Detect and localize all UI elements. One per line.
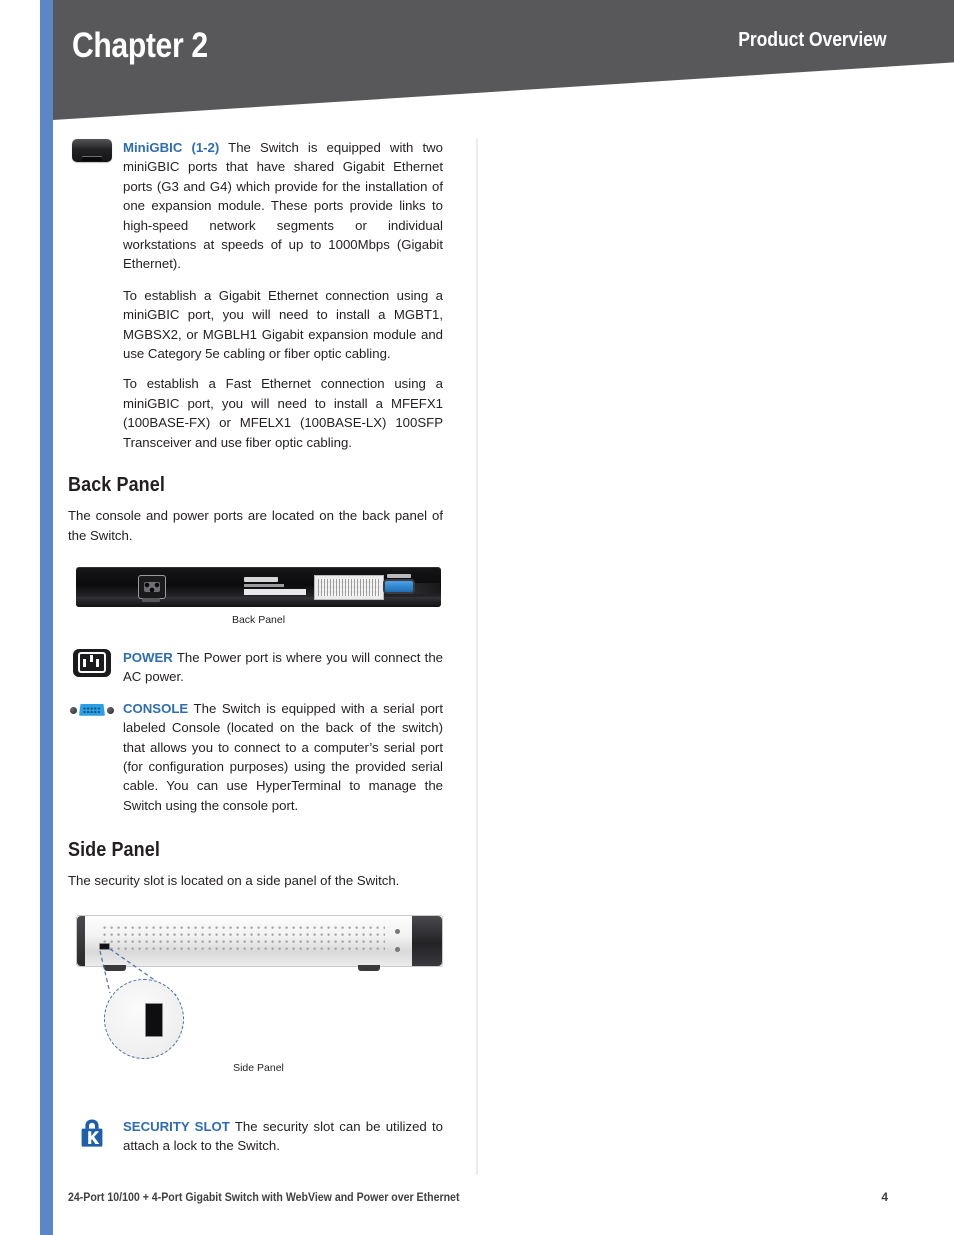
kensington-lock-icon — [79, 1118, 105, 1148]
device-vent-holes — [103, 925, 385, 952]
kensington-lock-glyph — [81, 1119, 103, 1147]
power-icon-slot — [68, 648, 116, 677]
security-slot-block: SECURITY SLOT The security slot can be u… — [68, 1117, 443, 1156]
console-paragraph: CONSOLE The Switch is equipped with a se… — [123, 699, 443, 815]
security-icon-slot — [68, 1118, 116, 1148]
device-power-inlet — [138, 574, 166, 599]
power-lead-label: POWER — [123, 649, 173, 665]
column-divider — [476, 138, 478, 1175]
device-console-port — [385, 580, 413, 592]
minigbic-paragraph-2: To establish a Gigabit Ethernet connecti… — [123, 287, 443, 362]
power-port-icon — [73, 648, 111, 677]
main-content-column: MiniGBIC (1-2) The Switch is equipped wi… — [68, 138, 443, 1167]
side-panel-heading: Side Panel — [68, 839, 160, 862]
chapter-title: Chapter 2 — [72, 26, 208, 65]
device-screw-bottom — [395, 946, 400, 952]
left-edge-stripe — [40, 0, 53, 1235]
device-brand-label — [244, 576, 278, 582]
power-pin-left — [83, 659, 86, 668]
console-lead-label: CONSOLE — [123, 700, 189, 716]
back-panel-figure: Back Panel — [76, 566, 441, 626]
device-console-label — [387, 573, 411, 578]
security-slot-paragraph: SECURITY SLOT The security slot can be u… — [123, 1117, 443, 1156]
console-body-text: The Switch is equipped with a serial por… — [123, 700, 443, 813]
security-slot-magnifier — [104, 978, 184, 1059]
side-panel-intro: The security slot is located on a side p… — [68, 873, 400, 889]
device-right-endcap — [412, 915, 442, 966]
minigbic-block: MiniGBIC (1-2) The Switch is equipped wi… — [68, 138, 443, 274]
device-foot-right — [358, 964, 380, 971]
footer-document-title: 24-Port 10/100 + 4-Port Gigabit Switch w… — [68, 1192, 460, 1204]
console-screw-right — [107, 706, 114, 714]
section-title: Product Overview — [737, 29, 886, 51]
power-pin-center — [89, 655, 93, 663]
power-block: POWER The Power port is where you will c… — [68, 648, 443, 687]
device-barcode-label — [244, 588, 306, 595]
page-footer: 24-Port 10/100 + 4-Port Gigabit Switch w… — [68, 1190, 888, 1204]
device-foot-left — [104, 964, 126, 971]
device-regulatory-sticker — [314, 574, 384, 600]
minigbic-body-text: The Switch is equipped with two miniGBIC… — [123, 140, 443, 272]
minigbic-port-icon — [72, 139, 112, 162]
minigbic-paragraph: MiniGBIC (1-2) The Switch is equipped wi… — [123, 138, 443, 274]
security-slot-lead-label: SECURITY SLOT — [123, 1118, 230, 1134]
back-panel-heading: Back Panel — [68, 474, 165, 497]
console-block: CONSOLE The Switch is equipped with a se… — [68, 699, 443, 815]
device-security-slot — [99, 942, 110, 950]
console-db9-connector — [79, 703, 105, 716]
minigbic-icon-slot — [68, 139, 116, 162]
footer-page-number: 4 — [881, 1190, 888, 1204]
back-panel-device-image — [76, 566, 441, 607]
power-pin-right — [96, 659, 99, 668]
console-icon-slot — [68, 703, 116, 717]
power-paragraph: POWER The Power port is where you will c… — [123, 648, 443, 687]
device-power-inlet-label — [142, 597, 160, 602]
magnified-security-slot — [145, 1002, 163, 1037]
console-port-icon — [70, 703, 114, 717]
side-panel-caption: Side Panel — [233, 1061, 284, 1074]
device-screw-top — [395, 928, 400, 934]
power-socket-glyph — [78, 652, 106, 674]
device-left-cap — [77, 915, 85, 966]
side-panel-figure: Side Panel — [76, 914, 444, 1074]
back-panel-intro: The console and power ports are located … — [68, 508, 443, 543]
minigbic-paragraph-3: To establish a Fast Ethernet connection … — [123, 376, 443, 450]
minigbic-extra-paragraphs: To establish a Gigabit Ethernet connecti… — [68, 286, 443, 452]
side-panel-device-image — [76, 914, 443, 967]
console-screw-left — [70, 706, 77, 714]
minigbic-lead-label: MiniGBIC (1-2) — [123, 140, 220, 155]
device-label-line — [244, 583, 284, 587]
back-panel-caption: Back Panel — [231, 613, 286, 626]
document-page: Chapter 2 Product Overview MiniGBIC (1-2… — [0, 0, 954, 1235]
